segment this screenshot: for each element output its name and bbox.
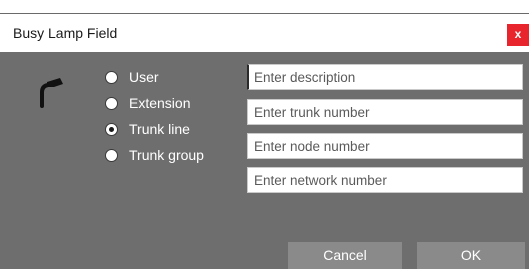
network-number-input[interactable] xyxy=(247,167,523,193)
telephone-handset-icon xyxy=(40,78,63,108)
radio-button-selected[interactable] xyxy=(105,123,118,136)
close-button[interactable]: x xyxy=(507,24,529,46)
trunk-number-input[interactable] xyxy=(247,99,523,125)
cancel-button[interactable]: Cancel xyxy=(288,242,402,269)
radio-label-extension: Extension xyxy=(129,95,191,111)
radio-label-trunk-line: Trunk line xyxy=(129,121,190,137)
description-input[interactable] xyxy=(247,64,523,90)
radio-button[interactable] xyxy=(105,71,118,84)
radio-extension[interactable]: Extension xyxy=(105,94,235,114)
close-icon: x xyxy=(514,27,522,41)
radio-button[interactable] xyxy=(105,97,118,110)
radio-trunk-group[interactable]: Trunk group xyxy=(105,146,235,166)
title-bar: Busy Lamp Field x xyxy=(0,14,529,52)
dialog-title: Busy Lamp Field xyxy=(13,25,118,41)
ok-button[interactable]: OK xyxy=(417,242,525,269)
busy-lamp-field-dialog: Busy Lamp Field x User Extension Trunk l… xyxy=(0,0,529,269)
dialog-body: User Extension Trunk line Trunk group Ca… xyxy=(0,52,529,269)
radio-user[interactable]: User xyxy=(105,68,235,88)
radio-label-user: User xyxy=(129,69,159,85)
top-divider xyxy=(0,0,529,14)
node-number-input[interactable] xyxy=(247,133,523,159)
radio-label-trunk-group: Trunk group xyxy=(129,147,204,163)
radio-trunk-line[interactable]: Trunk line xyxy=(105,120,235,140)
radio-button[interactable] xyxy=(105,149,118,162)
radio-selected-dot xyxy=(109,127,114,132)
